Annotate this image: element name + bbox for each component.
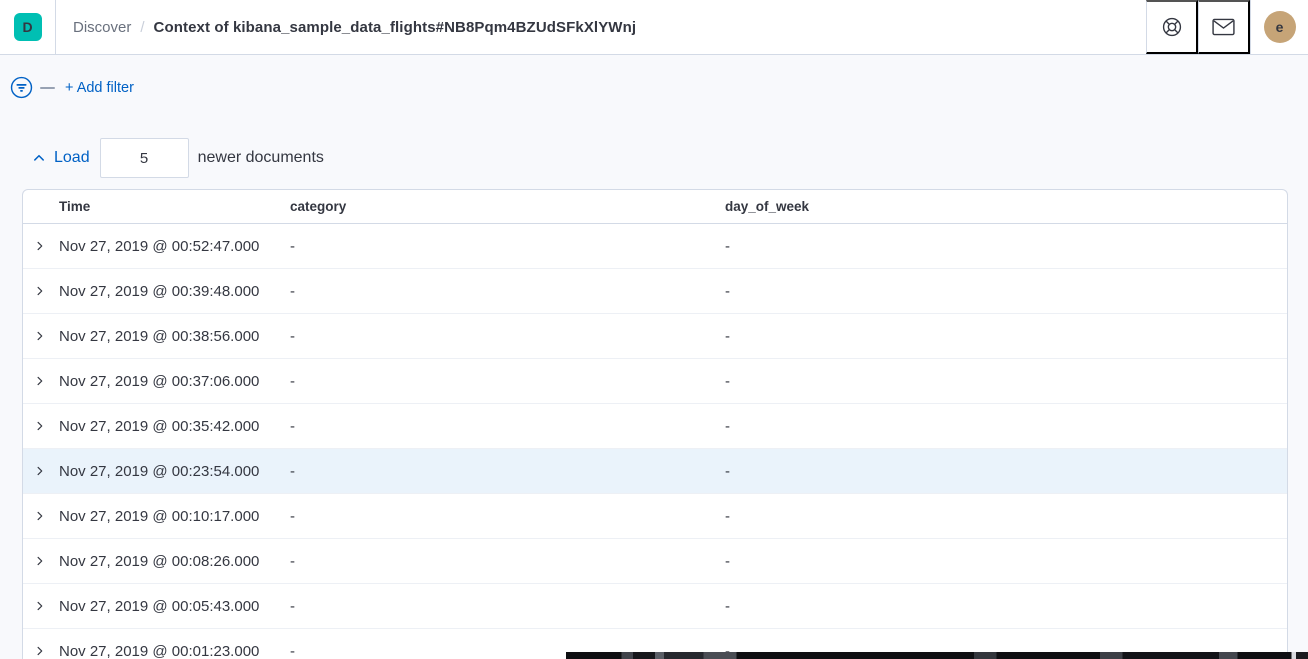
chevron-right-icon	[34, 330, 46, 342]
chevron-right-icon	[34, 285, 46, 297]
cell-time: Nov 27, 2019 @ 00:35:42.000	[51, 418, 282, 435]
filter-bar: + Add filter	[0, 55, 1308, 99]
column-header-time: Time	[51, 199, 282, 214]
column-header-day-of-week: day_of_week	[717, 199, 1287, 214]
expand-row-button[interactable]	[23, 224, 51, 268]
breadcrumb: Discover / Context of kibana_sample_data…	[56, 0, 636, 54]
load-newer-bar: Load newer documents	[32, 138, 1308, 178]
cell-time: Nov 27, 2019 @ 00:52:47.000	[51, 238, 282, 255]
cell-category: -	[282, 328, 717, 345]
cell-category: -	[282, 238, 717, 255]
cell-time: Nov 27, 2019 @ 00:01:23.000	[51, 643, 282, 659]
feedback-button[interactable]	[1198, 0, 1250, 54]
expand-row-button[interactable]	[23, 629, 51, 659]
logo-section: D	[0, 0, 56, 54]
chevron-right-icon	[34, 600, 46, 612]
cell-category: -	[282, 508, 717, 525]
cell-day-of-week: -	[717, 328, 1287, 345]
table-row: Nov 27, 2019 @ 00:37:06.000 - -	[23, 359, 1287, 404]
cell-time: Nov 27, 2019 @ 00:37:06.000	[51, 373, 282, 390]
table-row: Nov 27, 2019 @ 00:52:47.000 - -	[23, 224, 1287, 269]
page-title: Context of kibana_sample_data_flights#NB…	[154, 19, 637, 36]
avatar: e	[1264, 11, 1296, 43]
cell-time: Nov 27, 2019 @ 00:08:26.000	[51, 553, 282, 570]
expand-row-button[interactable]	[23, 539, 51, 583]
context-documents-table: Time category day_of_week Nov 27, 2019 @…	[22, 189, 1288, 659]
cell-category: -	[282, 463, 717, 480]
load-newer-button[interactable]: Load	[32, 149, 90, 167]
chevron-right-icon	[34, 240, 46, 252]
expand-row-button[interactable]	[23, 269, 51, 313]
newer-documents-count-input[interactable]	[100, 138, 189, 178]
table-row: Nov 27, 2019 @ 00:39:48.000 - -	[23, 269, 1287, 314]
table-row: Nov 27, 2019 @ 00:10:17.000 - -	[23, 494, 1287, 539]
help-life-ring-icon	[1161, 16, 1183, 38]
cell-time: Nov 27, 2019 @ 00:39:48.000	[51, 283, 282, 300]
cell-time: Nov 27, 2019 @ 00:05:43.000	[51, 598, 282, 615]
header-actions: e	[1146, 0, 1308, 54]
expand-row-button[interactable]	[23, 314, 51, 358]
table-row: Nov 27, 2019 @ 00:35:42.000 - -	[23, 404, 1287, 449]
cell-day-of-week: -	[717, 418, 1287, 435]
user-menu[interactable]: e	[1250, 0, 1308, 54]
cell-day-of-week: -	[717, 373, 1287, 390]
breadcrumb-discover[interactable]: Discover	[73, 19, 131, 36]
mail-icon	[1212, 18, 1235, 36]
table-row: Nov 27, 2019 @ 00:38:56.000 - -	[23, 314, 1287, 359]
discover-app-logo[interactable]: D	[14, 13, 42, 41]
newer-documents-label: newer documents	[198, 149, 324, 167]
chevron-right-icon	[34, 420, 46, 432]
background-window-sliver	[566, 652, 1308, 659]
table-row: Nov 27, 2019 @ 00:08:26.000 - -	[23, 539, 1287, 584]
chevron-right-icon	[34, 465, 46, 477]
chevron-right-icon	[34, 645, 46, 657]
chevron-right-icon	[34, 555, 46, 567]
chevron-right-icon	[34, 510, 46, 522]
filter-in-circle-icon	[10, 76, 33, 99]
expand-row-button[interactable]	[23, 584, 51, 628]
add-filter-button[interactable]: + Add filter	[65, 80, 134, 96]
filter-options-button[interactable]	[10, 76, 33, 99]
load-label: Load	[54, 149, 90, 167]
breadcrumb-separator: /	[140, 19, 144, 36]
cell-time: Nov 27, 2019 @ 00:23:54.000	[51, 463, 282, 480]
cell-day-of-week: -	[717, 508, 1287, 525]
table-row-anchor: Nov 27, 2019 @ 00:23:54.000 - -	[23, 449, 1287, 494]
cell-day-of-week: -	[717, 598, 1287, 615]
chevron-up-icon	[32, 151, 46, 165]
expand-row-button[interactable]	[23, 404, 51, 448]
column-header-category: category	[282, 199, 717, 214]
cell-time: Nov 27, 2019 @ 00:10:17.000	[51, 508, 282, 525]
table-row: Nov 27, 2019 @ 00:05:43.000 - -	[23, 584, 1287, 629]
cell-category: -	[282, 373, 717, 390]
expand-row-button[interactable]	[23, 449, 51, 493]
cell-category: -	[282, 598, 717, 615]
help-button[interactable]	[1146, 0, 1198, 54]
cell-day-of-week: -	[717, 283, 1287, 300]
cell-category: -	[282, 553, 717, 570]
filter-placeholder-dash	[40, 87, 55, 89]
table-header-row: Time category day_of_week	[23, 190, 1287, 224]
cell-day-of-week: -	[717, 553, 1287, 570]
cell-category: -	[282, 418, 717, 435]
cell-time: Nov 27, 2019 @ 00:38:56.000	[51, 328, 282, 345]
app-header: D Discover / Context of kibana_sample_da…	[0, 0, 1308, 55]
cell-day-of-week: -	[717, 463, 1287, 480]
cell-category: -	[282, 283, 717, 300]
expand-row-button[interactable]	[23, 494, 51, 538]
cell-day-of-week: -	[717, 238, 1287, 255]
expand-row-button[interactable]	[23, 359, 51, 403]
chevron-right-icon	[34, 375, 46, 387]
